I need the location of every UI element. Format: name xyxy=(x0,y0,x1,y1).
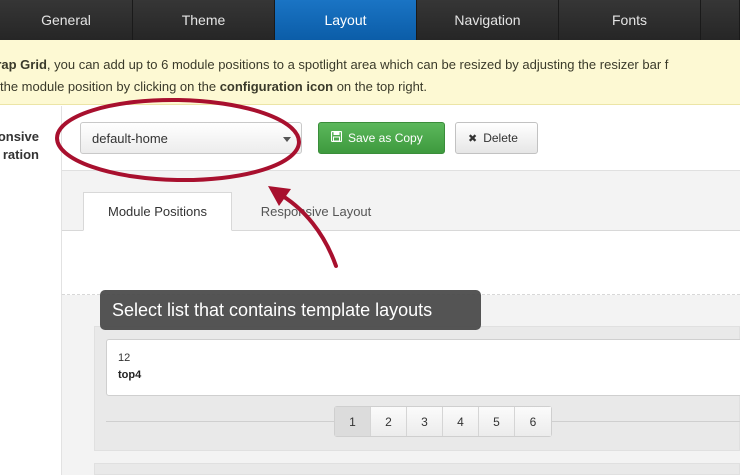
notice-text-2a: the module position by clicking on the xyxy=(0,79,220,94)
tab-general[interactable]: General xyxy=(0,0,133,40)
layout-select-value: default-home xyxy=(92,131,168,146)
delete-label: Delete xyxy=(483,131,518,145)
count-button-1[interactable]: 1 xyxy=(335,407,371,436)
tooltip: Select list that contains template layou… xyxy=(100,290,481,330)
save-as-copy-label: Save as Copy xyxy=(348,131,423,145)
label-line-1: onsive xyxy=(0,129,39,144)
module-position-box[interactable]: 12 top4 xyxy=(106,339,740,396)
left-label-column: onsive ration xyxy=(0,106,62,475)
subtab-module-positions[interactable]: Module Positions xyxy=(83,192,232,231)
tab-theme[interactable]: Theme xyxy=(133,0,275,40)
module-name: top4 xyxy=(118,369,142,381)
notice-strong-config: configuration icon xyxy=(219,79,334,94)
count-button-5[interactable]: 5 xyxy=(479,407,515,436)
notice-line-1: trap Grid, you can add up to 6 module po… xyxy=(0,54,740,76)
notice-line-2: the module position by clicking on the c… xyxy=(0,76,740,98)
layout-select[interactable]: default-home xyxy=(80,122,302,154)
label-line-2: ration xyxy=(2,147,39,162)
notice-text-1: , you can add up to 6 module positions t… xyxy=(46,57,669,72)
tab-layout[interactable]: Layout xyxy=(275,0,417,40)
top-nav: General Theme Layout Navigation Fonts xyxy=(0,0,740,40)
subtab-responsive-layout[interactable]: Responsive Layout xyxy=(240,192,392,231)
tooltip-text: Select list that contains template layou… xyxy=(112,299,433,320)
count-button-3[interactable]: 3 xyxy=(407,407,443,436)
info-notice: trap Grid, you can add up to 6 module po… xyxy=(0,40,740,105)
module-span: 12 xyxy=(118,352,131,364)
module-positions-content xyxy=(62,231,740,295)
next-spotlight-area xyxy=(94,463,740,475)
tab-fonts[interactable]: Fonts xyxy=(559,0,701,40)
count-button-6[interactable]: 6 xyxy=(515,407,551,436)
responsive-configuration-label: onsive ration xyxy=(0,128,39,164)
notice-text-2c: on the top right. xyxy=(333,79,428,94)
x-icon: ✖ xyxy=(468,132,478,145)
tab-navigation[interactable]: Navigation xyxy=(417,0,559,40)
count-button-2[interactable]: 2 xyxy=(371,407,407,436)
tab-more[interactable] xyxy=(701,0,740,40)
floppy-disk-icon xyxy=(330,130,343,145)
position-count-selector: 1 2 3 4 5 6 xyxy=(334,406,552,437)
delete-button[interactable]: ✖ Delete xyxy=(455,122,538,154)
chevron-down-icon xyxy=(283,137,291,142)
count-button-4[interactable]: 4 xyxy=(443,407,479,436)
notice-strong-grid: trap Grid xyxy=(0,57,47,72)
save-as-copy-button[interactable]: Save as Copy xyxy=(318,122,445,154)
